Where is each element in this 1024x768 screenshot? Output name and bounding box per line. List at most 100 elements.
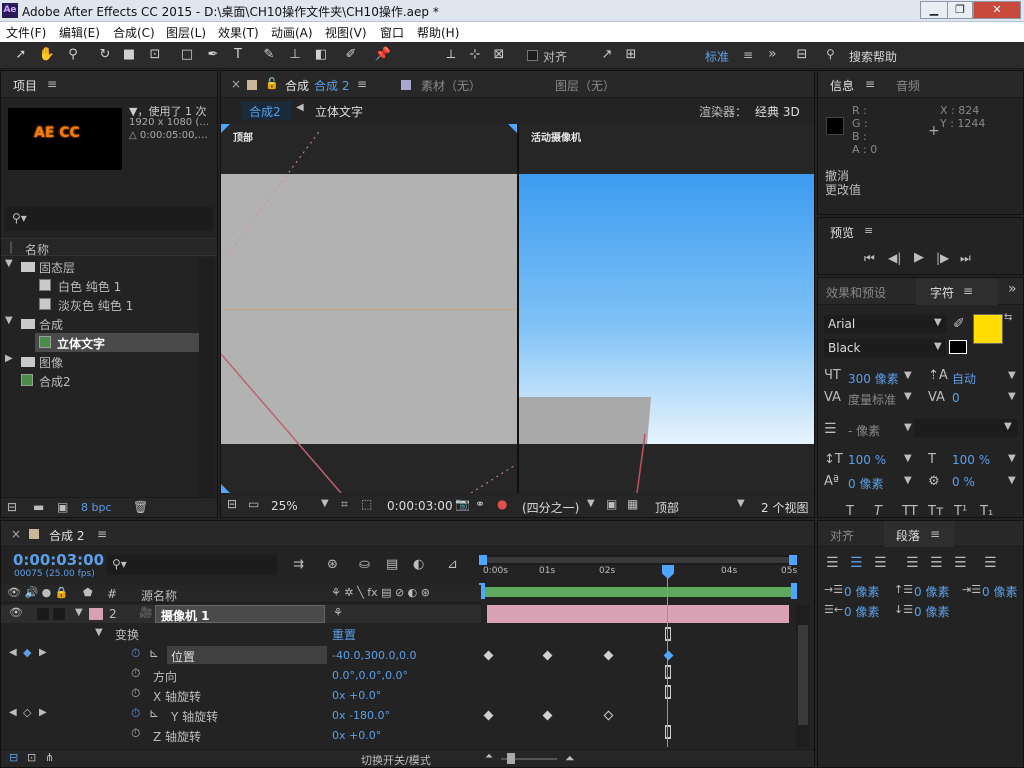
- tab-effects-presets[interactable]: 效果和预设: [826, 284, 886, 301]
- timeline-tab[interactable]: 合成 2: [49, 527, 84, 544]
- last-frame-icon[interactable]: ⏭: [960, 251, 971, 266]
- menu-file[interactable]: 文件(F): [6, 24, 46, 41]
- next-frame-icon[interactable]: |▶: [936, 251, 949, 265]
- transparency-grid-icon[interactable]: ▦: [627, 497, 638, 511]
- font-size-value[interactable]: 300 像素: [848, 370, 899, 387]
- tab-info[interactable]: 信息: [830, 77, 854, 94]
- stopwatch-icon[interactable]: ⏱: [131, 646, 140, 661]
- 3d-view-select[interactable]: 顶部: [655, 499, 679, 516]
- workspace-select[interactable]: 标准: [705, 48, 729, 65]
- lock-icon[interactable]: 🔓: [265, 77, 279, 90]
- all-caps-icon[interactable]: TT: [902, 504, 918, 517]
- prev-keyframe-icon[interactable]: ◀: [9, 647, 17, 658]
- layer-name[interactable]: 摄像机 1: [161, 607, 210, 624]
- maximize-button[interactable]: ❐: [947, 1, 973, 19]
- swap-colors-icon[interactable]: ⇆: [1004, 312, 1012, 323]
- roto-brush-tool-icon[interactable]: ✐: [342, 46, 360, 64]
- work-area-end[interactable]: [791, 583, 797, 599]
- toggle-switches-modes[interactable]: 切换开关/模式: [361, 752, 431, 768]
- font-family-select[interactable]: Arial ▼: [824, 315, 946, 333]
- bit-depth-button[interactable]: 8 bpc: [81, 501, 112, 514]
- renderer-value[interactable]: 经典 3D: [755, 103, 800, 120]
- tab-align[interactable]: 对齐: [830, 527, 854, 544]
- keyframe[interactable]: [603, 710, 614, 721]
- next-keyframe-icon[interactable]: ▶: [39, 707, 47, 718]
- chevron-down-icon[interactable]: ▼: [587, 498, 595, 509]
- info-menu-icon[interactable]: ≡: [865, 77, 875, 91]
- parent-pickwhip-icon[interactable]: ⚘: [333, 606, 343, 619]
- property-row-position[interactable]: ◀ ◆ ▶ ⏱ ⊾ 位置 -40.0,300.0,0.0: [1, 645, 481, 665]
- expand-icon[interactable]: ▼: [75, 607, 83, 618]
- type-tool-icon[interactable]: T: [229, 46, 247, 64]
- eraser-tool-icon[interactable]: ◧: [312, 46, 330, 64]
- menu-help[interactable]: 帮助(H): [417, 24, 459, 41]
- workspace-chevron[interactable]: »: [768, 46, 777, 62]
- justify-right-icon[interactable]: ☰: [954, 555, 967, 571]
- pan-behind-tool-icon[interactable]: ⊡: [146, 46, 164, 64]
- pen-tool-icon[interactable]: ✒: [204, 46, 222, 64]
- indent-first-value[interactable]: 0 像素: [982, 583, 1017, 600]
- layer-row-camera[interactable]: 👁 ▼ 2 🎥 摄像机 1 ⚘: [1, 605, 481, 623]
- justify-center-icon[interactable]: ☰: [930, 555, 943, 571]
- zoom-tool-icon[interactable]: ⚲: [64, 46, 82, 64]
- resolution-select[interactable]: (四分之一): [522, 499, 579, 516]
- world-axis-icon[interactable]: ⊹: [466, 46, 484, 64]
- chevron-down-icon[interactable]: ▼: [904, 370, 912, 381]
- faux-bold-icon[interactable]: T: [846, 504, 854, 517]
- transform-reset[interactable]: 重置: [332, 626, 356, 643]
- property-value[interactable]: -40.0,300.0,0.0: [332, 649, 416, 662]
- space-before-value[interactable]: 0 像素: [914, 583, 949, 600]
- shy-icon[interactable]: ⛀: [359, 557, 370, 572]
- stopwatch-icon[interactable]: ⏱: [131, 706, 140, 721]
- safe-zones-icon[interactable]: ⌗: [341, 497, 348, 512]
- tree-row-folder[interactable]: ▼ 固态层 ⛉: [1, 257, 216, 276]
- chevron-down-icon[interactable]: ▼: [904, 475, 912, 486]
- viewer-timecode[interactable]: 0:00:03:00: [387, 499, 453, 513]
- prev-frame-icon[interactable]: ◀|: [888, 251, 901, 265]
- subscript-icon[interactable]: T₁: [980, 504, 993, 517]
- tree-row-comp-selected[interactable]: 立体文字: [35, 333, 199, 352]
- stroke-width-value[interactable]: - 像素: [848, 422, 880, 439]
- comp-menu-icon[interactable]: ≡: [357, 77, 367, 91]
- align-right-icon[interactable]: ☰: [874, 555, 887, 571]
- indent-left-value[interactable]: 0 像素: [844, 583, 879, 600]
- tab-composition-name[interactable]: 合成 2: [314, 77, 349, 94]
- puppet-pin-tool-icon[interactable]: 📌: [374, 46, 392, 64]
- breadcrumb-active[interactable]: 合成2: [249, 103, 281, 120]
- snapshot-icon[interactable]: 📷: [455, 497, 470, 511]
- viewport-active-camera[interactable]: 活动摄像机: [519, 124, 814, 493]
- panel-chevron-icon[interactable]: »: [1008, 281, 1017, 297]
- chevron-down-icon[interactable]: ▼: [321, 498, 329, 509]
- menu-edit[interactable]: 编辑(E): [59, 24, 100, 41]
- project-tab[interactable]: 项目: [13, 77, 37, 94]
- keyframe[interactable]: [542, 650, 553, 661]
- snap-edge-icon[interactable]: ↗: [598, 46, 616, 64]
- timeline-search-input[interactable]: ⚲▾: [107, 555, 277, 575]
- hand-tool-icon[interactable]: ✋: [38, 46, 56, 64]
- expand-icon[interactable]: ▼: [95, 627, 103, 638]
- close-tab-icon[interactable]: ×: [11, 527, 21, 541]
- chevron-down-icon[interactable]: ▼: [737, 498, 745, 509]
- tracking-value[interactable]: 0: [952, 391, 960, 405]
- local-axis-icon[interactable]: ⟂: [442, 46, 460, 64]
- new-folder-icon[interactable]: ▬: [33, 500, 44, 514]
- layer-switches-toggle-icon[interactable]: ⊟: [9, 751, 18, 764]
- comp-mini-flowchart-icon[interactable]: ⇉: [293, 557, 304, 572]
- work-area-bar[interactable]: [485, 587, 791, 597]
- stopwatch-icon[interactable]: ⏱: [131, 726, 140, 741]
- prev-keyframe-icon[interactable]: ◀: [9, 707, 17, 718]
- clone-stamp-tool-icon[interactable]: ⊥: [286, 46, 304, 64]
- interpret-footage-icon[interactable]: ⊟: [7, 500, 17, 514]
- tree-row-solid[interactable]: 淡灰色 纯色 1: [1, 295, 216, 314]
- delete-icon[interactable]: 🗑: [133, 500, 148, 514]
- superscript-icon[interactable]: T¹: [954, 504, 967, 517]
- playhead-handle[interactable]: [662, 565, 674, 579]
- zoom-slider-thumb[interactable]: [507, 753, 515, 764]
- transfer-controls-toggle-icon[interactable]: ⊡: [27, 751, 36, 764]
- project-scrollbar[interactable]: [199, 257, 215, 497]
- keyframe-current[interactable]: [663, 650, 674, 661]
- tab-audio[interactable]: 音频: [896, 77, 920, 94]
- workspace-menu-icon[interactable]: ≡: [743, 48, 753, 62]
- align-center-icon[interactable]: ☰: [850, 555, 863, 571]
- zoom-in-icon[interactable]: ⏶: [565, 751, 575, 766]
